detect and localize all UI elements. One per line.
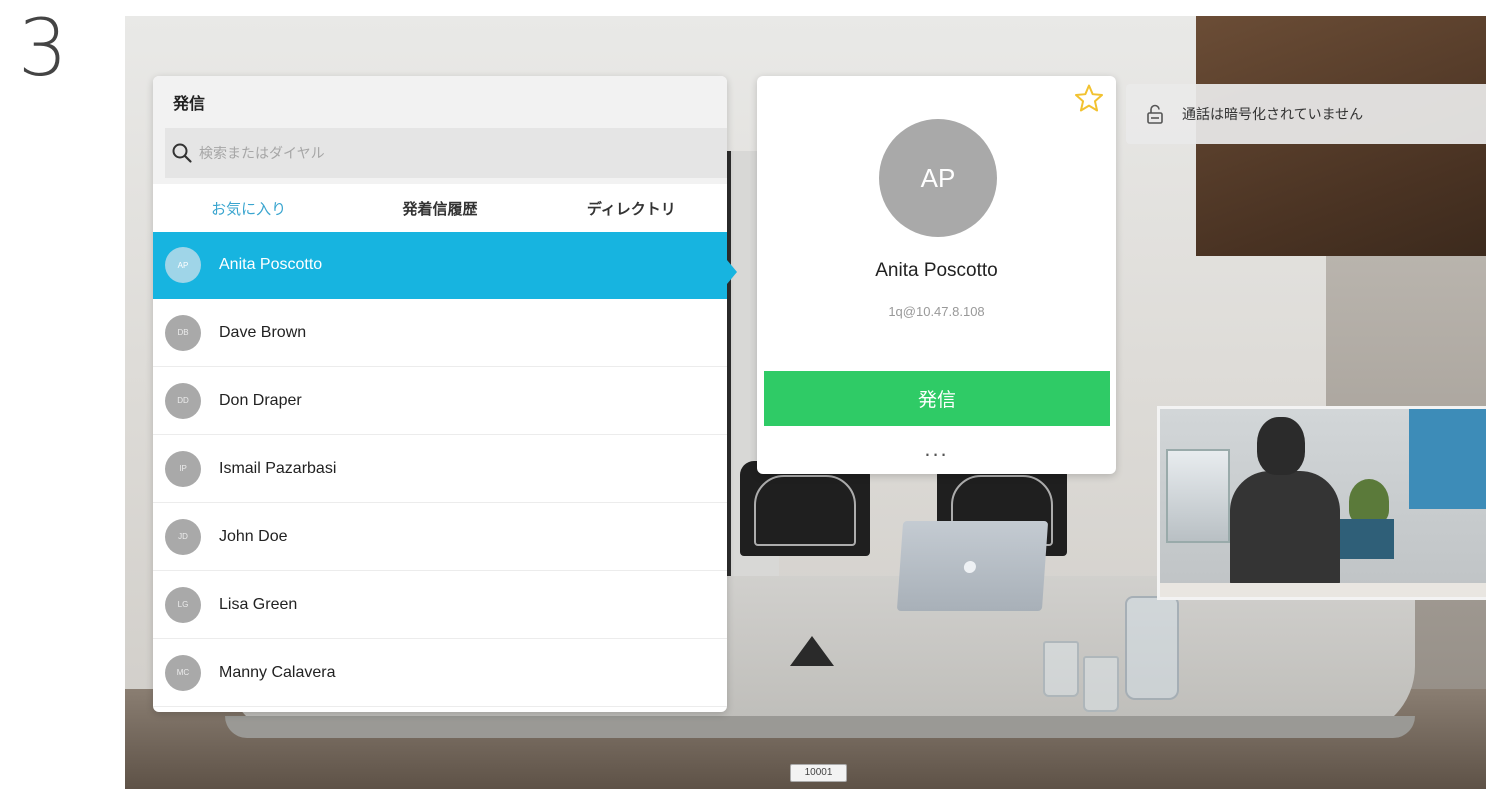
chair (740, 461, 870, 556)
glass (1043, 641, 1079, 697)
avatar: DD (165, 382, 201, 419)
contact-row[interactable]: MC Manny Calavera (153, 639, 727, 707)
laptop (896, 521, 1049, 611)
contact-row[interactable]: LG Lisa Green (153, 571, 727, 639)
call-button[interactable]: 発信 (764, 371, 1110, 426)
tab-directory[interactable]: ディレクトリ (536, 198, 727, 219)
contact-list: AP Anita Poscotto DB Dave Brown DD Don D… (153, 232, 727, 707)
panel-title: 発信 (173, 96, 206, 113)
contact-detail-uri: 1q@10.47.8.108 (888, 304, 985, 319)
step-number: 3 (18, 4, 68, 94)
avatar: JD (165, 518, 201, 555)
search-icon (172, 143, 192, 163)
contact-detail-card: AP Anita Poscotto 1q@10.47.8.108 発信 ... (757, 76, 1116, 474)
contact-name: Don Draper (219, 391, 302, 409)
contact-row[interactable]: IP Ismail Pazarbasi (153, 435, 727, 503)
contact-name: John Doe (219, 527, 288, 545)
selfview-blue-panel (1409, 409, 1486, 509)
tab-recents[interactable]: 発着信履歴 (344, 198, 535, 219)
contact-name: Lisa Green (219, 595, 298, 613)
encryption-notice-text: 通話は暗号化されていません (1182, 106, 1364, 122)
table-tag: 10001 (790, 764, 847, 782)
selection-pointer (727, 260, 737, 284)
selfview-plant (1349, 479, 1389, 524)
avatar: LG (165, 586, 201, 623)
microphone (790, 636, 834, 666)
contact-name: Manny Calavera (219, 663, 336, 681)
self-view[interactable] (1157, 406, 1486, 600)
avatar: MC (165, 654, 201, 691)
contact-row[interactable]: DD Don Draper (153, 367, 727, 435)
table-edge (225, 716, 1415, 738)
selfview-shelf (1160, 583, 1486, 597)
avatar: AP (165, 247, 201, 283)
encryption-notice: 通話は暗号化されていません (1126, 84, 1486, 144)
carafe (1125, 596, 1179, 700)
search-input[interactable] (197, 144, 701, 162)
search-bar[interactable] (165, 128, 727, 178)
dial-panel: 発信 お気に入り 発着信履歴 ディレクトリ AP Anita Poscotto … (153, 76, 727, 712)
glass (1083, 656, 1119, 712)
contact-name: Ismail Pazarbasi (219, 459, 337, 477)
dial-panel-header: 発信 (153, 76, 727, 184)
contact-row[interactable]: DB Dave Brown (153, 299, 727, 367)
tab-favorites[interactable]: お気に入り (153, 198, 344, 219)
star-outline-icon[interactable] (1072, 82, 1106, 116)
selfview-window (1166, 449, 1230, 543)
avatar: DB (165, 314, 201, 351)
avatar: IP (165, 450, 201, 487)
tab-bar: お気に入り 発着信履歴 ディレクトリ (153, 184, 727, 232)
contact-name: Anita Poscotto (219, 256, 323, 273)
selfview-person (1230, 471, 1340, 586)
selfview-cabinet (1339, 519, 1394, 559)
more-options-button[interactable]: ... (757, 438, 1116, 460)
contact-avatar: AP (879, 119, 997, 237)
contact-row[interactable]: JD John Doe (153, 503, 727, 571)
contact-name: Dave Brown (219, 323, 307, 341)
contact-detail-name: Anita Poscotto (875, 260, 998, 281)
contact-row[interactable]: AP Anita Poscotto (153, 232, 727, 299)
selfview-person-head (1257, 417, 1305, 475)
lock-open-icon (1147, 104, 1163, 124)
